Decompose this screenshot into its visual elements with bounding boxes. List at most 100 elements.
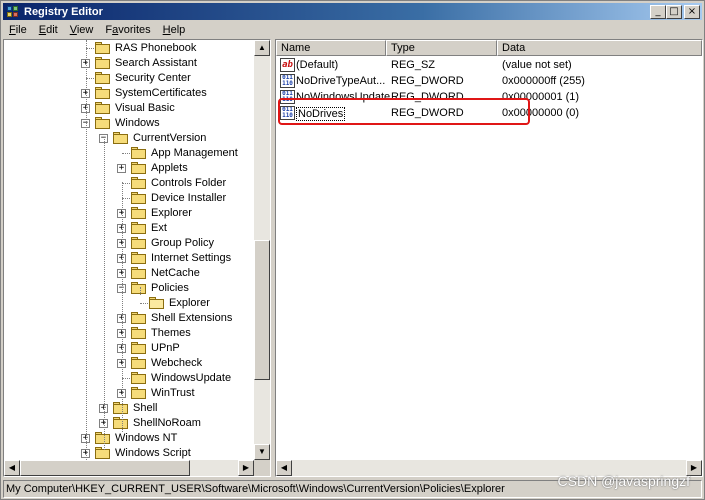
tree-node[interactable]: WindowsUpdate (4, 371, 254, 386)
tree-node[interactable]: + Ext (4, 221, 254, 236)
list-header: Name Type Data (276, 40, 702, 56)
tree-node[interactable]: + NetCache (4, 266, 254, 281)
tree-node-label: Windows Script (115, 447, 191, 459)
tree-node[interactable]: + Search Assistant (4, 56, 254, 71)
tree-node[interactable]: Device Installer (4, 191, 254, 206)
folder-icon (95, 42, 111, 54)
tree-node-label: Device Installer (151, 192, 227, 204)
key-tree[interactable]: RAS Phonebook + Search Assistant Security C… (4, 40, 254, 460)
column-header-type[interactable]: Type (386, 40, 497, 56)
minimize-button[interactable]: _ (650, 4, 666, 19)
value-row[interactable]: ab (Default) REG_SZ (value not set) (276, 57, 702, 73)
tree-node[interactable]: + Windows Script (4, 446, 254, 460)
folder-icon (131, 282, 147, 294)
tree-node[interactable]: − CurrentVersion (4, 131, 254, 146)
tree-node-label: Internet Settings (151, 252, 232, 264)
folder-icon (131, 327, 147, 339)
tree-node[interactable]: + Internet Settings (4, 251, 254, 266)
value-data: (value not set) (502, 59, 572, 71)
tree-node[interactable]: + WinTrust (4, 386, 254, 401)
value-row[interactable]: 011 110 NoDriveTypeAut... REG_DWORD 0x00000… (276, 73, 702, 89)
tree-node[interactable]: Controls Folder (4, 176, 254, 191)
menu-favorites[interactable]: Favorites (99, 24, 156, 36)
tree-node[interactable]: App Management (4, 146, 254, 161)
value-data: 0x000000ff (255) (502, 75, 585, 87)
value-type: REG_SZ (391, 59, 436, 71)
expand-icon[interactable]: + (117, 164, 126, 173)
folder-icon (131, 147, 147, 159)
tree-scroll-thumb[interactable] (254, 240, 270, 380)
tree-node[interactable]: + Shell Extensions (4, 311, 254, 326)
scroll-up-button[interactable]: ▲ (254, 40, 270, 56)
registry-editor-window: Registry Editor _ □ × File Edit View Favori… (0, 0, 705, 500)
open-folder-icon (149, 297, 165, 309)
tree-vertical-scrollbar[interactable]: ▲ ▼ (254, 40, 270, 460)
tree-node[interactable]: − Windows (4, 116, 254, 131)
tree-node[interactable]: Security Center (4, 71, 254, 86)
menu-help[interactable]: Help (157, 24, 192, 36)
key-tree-pane[interactable]: RAS Phonebook + Search Assistant Security C… (3, 39, 271, 477)
tree-node-label: Shell (133, 402, 158, 414)
scroll-right-button[interactable]: ▶ (238, 460, 254, 476)
tree-node-label: App Management (151, 147, 238, 159)
scrollbar-corner (254, 460, 270, 476)
tree-node[interactable]: + Shell (4, 401, 254, 416)
tree-node[interactable]: RAS Phonebook (4, 41, 254, 56)
folder-icon (95, 57, 111, 69)
column-header-name[interactable]: Name (276, 40, 386, 56)
red-highlight-box (278, 98, 530, 125)
values-list-pane[interactable]: Name Type Data ab (Default) REG_SZ (value n… (275, 39, 703, 477)
tree-node-label: CurrentVersion (133, 132, 207, 144)
folder-icon (131, 192, 147, 204)
folder-icon (95, 117, 111, 129)
tree-node[interactable]: + Group Policy (4, 236, 254, 251)
tree-node[interactable]: − Policies (4, 281, 254, 296)
scroll-left-button[interactable]: ◀ (4, 460, 20, 476)
tree-node[interactable]: + Themes (4, 326, 254, 341)
tree-node[interactable]: + Explorer (4, 206, 254, 221)
close-button[interactable]: × (684, 4, 700, 19)
column-header-data[interactable]: Data (497, 40, 702, 56)
tree-node-label: Applets (151, 162, 188, 174)
folder-icon (131, 342, 147, 354)
menu-file[interactable]: File (3, 24, 33, 36)
tree-node[interactable]: + UPnP (4, 341, 254, 356)
tree-node-label: WindowsUpdate (151, 372, 232, 384)
folder-icon (131, 237, 147, 249)
tree-node-label: Webcheck (151, 357, 203, 369)
tree-hscroll-thumb[interactable] (20, 460, 190, 476)
folder-icon (131, 177, 147, 189)
folder-icon (131, 312, 147, 324)
tree-node-label: Search Assistant (115, 57, 197, 69)
tree-node-label: Shell Extensions (151, 312, 233, 324)
tree-node-label: SystemCertificates (115, 87, 207, 99)
tree-node-label: Policies (151, 282, 189, 294)
folder-icon (131, 372, 147, 384)
tree-node-label: Windows NT (115, 432, 178, 444)
tree-node[interactable]: + SystemCertificates (4, 86, 254, 101)
tree-node[interactable]: + Applets (4, 161, 254, 176)
scroll-left-button[interactable]: ◀ (276, 460, 292, 476)
tree-node-label: Controls Folder (151, 177, 227, 189)
binary-value-icon: 011 110 (280, 74, 295, 88)
tree-node[interactable]: + Visual Basic (4, 101, 254, 116)
folder-icon (131, 267, 147, 279)
tree-horizontal-scrollbar[interactable]: ◀ ▶ (4, 460, 254, 476)
value-name: NoDriveTypeAut... (296, 75, 386, 87)
value-name: (Default) (296, 59, 339, 71)
menu-view[interactable]: View (64, 24, 100, 36)
folder-icon (131, 207, 147, 219)
value-type: REG_DWORD (391, 75, 464, 87)
tree-node[interactable]: + Webcheck (4, 356, 254, 371)
tree-node[interactable]: + ShellNoRoam (4, 416, 254, 431)
scroll-down-button[interactable]: ▼ (254, 444, 270, 460)
folder-icon (95, 447, 111, 459)
folder-icon (95, 432, 111, 444)
title-bar[interactable]: Registry Editor _ □ × (3, 3, 702, 20)
menu-edit[interactable]: Edit (33, 24, 64, 36)
tree-node[interactable]: + Windows NT (4, 431, 254, 446)
tree-node[interactable]: Explorer (4, 296, 254, 311)
folder-icon (131, 357, 147, 369)
registry-editor-icon (6, 5, 20, 19)
maximize-button[interactable]: □ (666, 4, 682, 19)
